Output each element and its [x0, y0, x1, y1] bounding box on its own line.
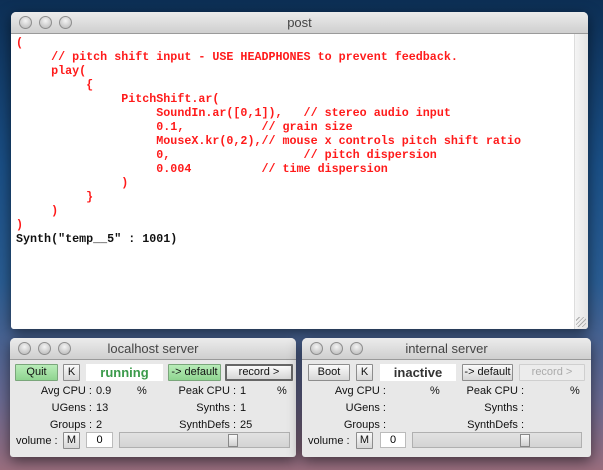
- server-title: internal server: [405, 341, 488, 356]
- code-line: play(: [16, 64, 87, 78]
- groups-label: Groups :: [343, 419, 386, 431]
- code-line: 0, // pitch dispersion: [16, 148, 437, 162]
- avg_cpu-label: Avg CPU :: [40, 385, 92, 397]
- code-line: // pitch shift input - USE HEADPHONES to…: [16, 50, 458, 64]
- volume-slider-thumb[interactable]: [520, 434, 531, 447]
- volume-field[interactable]: 0: [86, 432, 113, 448]
- volume-label: volume :: [308, 435, 350, 447]
- quit-button[interactable]: Quit: [15, 364, 58, 381]
- volume-slider-thumb[interactable]: [228, 434, 239, 447]
- groups-value: 2: [96, 419, 103, 431]
- boot-button[interactable]: Boot: [308, 364, 350, 381]
- synths-label: Synths :: [484, 402, 524, 414]
- server-title-bar[interactable]: internal server: [302, 338, 591, 360]
- synthdefs-value: 25: [240, 419, 253, 431]
- post-output-line: Synth("temp__5" : 1001): [16, 232, 178, 246]
- mute-button[interactable]: M: [356, 432, 373, 449]
- default-server-button[interactable]: -> default: [462, 364, 513, 381]
- code-line: ): [16, 176, 129, 190]
- volume-slider[interactable]: [119, 432, 290, 448]
- groups-label: Groups :: [49, 419, 92, 431]
- code-line: PitchShift.ar(: [16, 92, 220, 106]
- synthdefs-label: SynthDefs :: [467, 419, 524, 431]
- peak-cpu-percent: %: [570, 385, 580, 397]
- kill-button[interactable]: K: [356, 364, 373, 381]
- minimize-icon[interactable]: [38, 342, 51, 355]
- avg-cpu-percent: %: [137, 385, 147, 397]
- ugens-value: 13: [96, 402, 109, 414]
- record-button[interactable]: record >: [519, 364, 585, 381]
- kill-button[interactable]: K: [63, 364, 80, 381]
- code-line: {: [16, 78, 94, 92]
- avg-cpu-percent: %: [430, 385, 440, 397]
- volume-slider[interactable]: [412, 432, 582, 448]
- ugens-label: UGens :: [345, 402, 386, 414]
- zoom-icon[interactable]: [350, 342, 363, 355]
- code-line: 0.004 // time dispersion: [16, 162, 388, 176]
- close-icon[interactable]: [18, 342, 31, 355]
- peak-cpu-percent: %: [277, 385, 287, 397]
- avg_cpu-value: 0.9: [96, 385, 112, 397]
- avg_cpu-label: Avg CPU :: [334, 385, 386, 397]
- post-text-area[interactable]: ( // pitch shift input - USE HEADPHONES …: [11, 34, 588, 329]
- internal-server-window: internal server Boot Kinactive -> default r…: [302, 338, 591, 457]
- volume-label: volume :: [16, 435, 58, 447]
- localhost-server-window: localhost server Quit Krunning -> default r…: [10, 338, 296, 457]
- code-line: }: [16, 190, 94, 204]
- code-line: ): [16, 218, 24, 232]
- resize-grip-icon[interactable]: [576, 317, 586, 327]
- post-title: post: [287, 15, 312, 30]
- post-title-bar[interactable]: post: [11, 12, 588, 34]
- code-line: MouseX.kr(0,2),// mouse x controls pitch…: [16, 134, 521, 148]
- default-server-button[interactable]: -> default: [168, 364, 221, 381]
- server-status: inactive: [380, 364, 456, 381]
- peak_cpu-label: Peak CPU :: [178, 385, 236, 397]
- server-title: localhost server: [107, 341, 199, 356]
- zoom-icon[interactable]: [58, 342, 71, 355]
- synths-label: Synths :: [196, 402, 236, 414]
- code-line: ): [16, 204, 59, 218]
- close-icon[interactable]: [19, 16, 32, 29]
- mute-button[interactable]: M: [63, 432, 80, 449]
- server-title-bar[interactable]: localhost server: [10, 338, 296, 360]
- code-line: 0.1, // grain size: [16, 120, 353, 134]
- record-button[interactable]: record >: [225, 364, 293, 381]
- post-window: post ( // pitch shift input - USE HEADPH…: [11, 12, 588, 329]
- synths-value: 1: [240, 402, 247, 414]
- volume-field[interactable]: 0: [380, 432, 406, 448]
- code-line: SoundIn.ar([0,1]), // stereo audio input: [16, 106, 451, 120]
- code-line: (: [16, 36, 24, 50]
- server-status: running: [86, 364, 163, 381]
- ugens-label: UGens :: [51, 402, 92, 414]
- zoom-icon[interactable]: [59, 16, 72, 29]
- minimize-icon[interactable]: [39, 16, 52, 29]
- synthdefs-label: SynthDefs :: [179, 419, 236, 431]
- vertical-scrollbar[interactable]: [574, 34, 588, 329]
- peak_cpu-value: 1: [240, 385, 247, 397]
- minimize-icon[interactable]: [330, 342, 343, 355]
- peak_cpu-label: Peak CPU :: [466, 385, 524, 397]
- close-icon[interactable]: [310, 342, 323, 355]
